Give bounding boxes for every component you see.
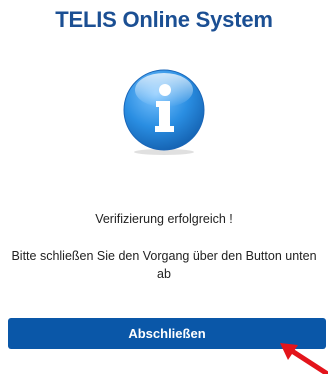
arrow-shaft	[289, 348, 328, 374]
instruction-text: Bitte schließen Sie den Vorgang über den…	[11, 249, 317, 281]
info-icon	[123, 69, 205, 155]
verification-page: TELIS Online System Verifizierung erfolg…	[0, 0, 328, 374]
finish-button[interactable]: Abschließen	[8, 318, 326, 349]
verification-status-text: Verifizierung erfolgreich !	[95, 212, 233, 226]
page-title: TELIS Online System	[55, 7, 273, 32]
